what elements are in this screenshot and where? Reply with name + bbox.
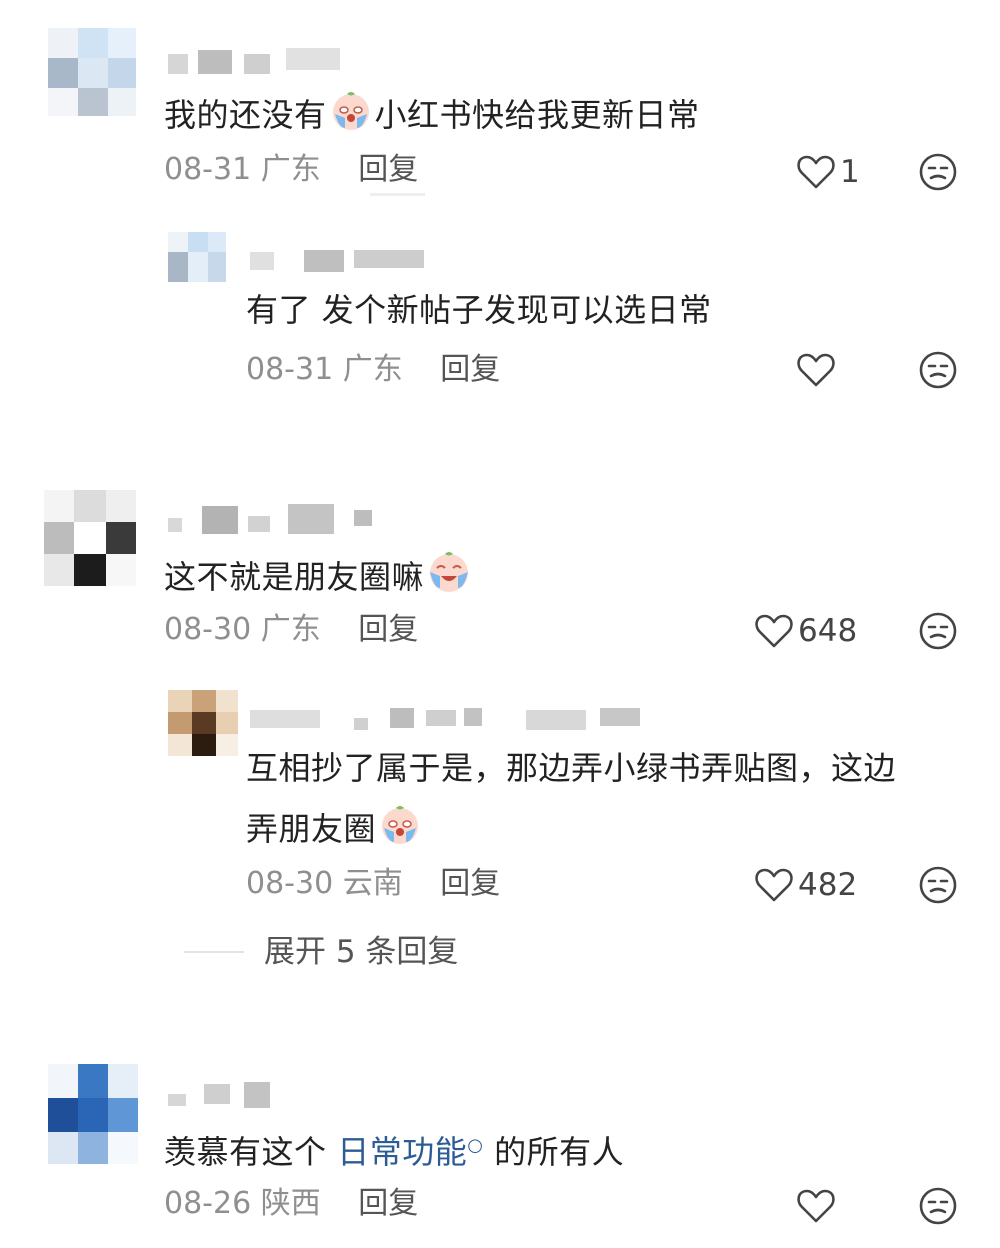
like-count: 482 [798,867,858,903]
like-button[interactable]: 648 [754,611,857,651]
heart-icon [755,868,793,902]
comment-date: 08-26 [164,1186,252,1221]
username-redacted[interactable] [168,46,348,76]
search-icon: ○ [467,1135,484,1156]
heart-icon [797,155,835,189]
username-redacted[interactable] [250,246,430,276]
reply-button[interactable]: 回复 [440,352,500,387]
avatar[interactable] [44,490,136,586]
reply-button[interactable]: 回复 [358,1186,418,1221]
comment-date: 08-31 [164,152,252,187]
heart-icon [797,1189,835,1223]
reply-button[interactable]: 回复 [358,612,418,647]
like-button[interactable]: 482 [754,865,857,905]
comment-location: 广东 [342,352,403,387]
comment-meta: 08-30 广东 回复 [164,610,418,650]
heart-icon [797,353,835,387]
expand-divider [184,951,244,953]
comment-location: 陕西 [260,1186,321,1221]
like-button[interactable] [796,1186,836,1226]
dislike-icon[interactable] [918,611,958,651]
comment-date: 08-31 [246,352,334,387]
expand-replies-button[interactable]: 展开 5 条回复 [264,932,458,972]
divider [370,193,425,196]
comment-meta: 08-31 广东 回复 [246,350,500,390]
dislike-icon[interactable] [918,865,958,905]
laughing-crying-emoji [426,548,472,605]
comment-date: 08-30 [246,866,334,901]
dislike-icon[interactable] [918,350,958,390]
username-redacted[interactable] [250,704,650,734]
dislike-icon[interactable] [918,1186,958,1226]
comment-text-line2: 弄朋友圈 [246,802,424,857]
comment-meta: 08-31 广东 回复 [164,150,418,190]
like-button[interactable] [796,350,836,390]
comment-location: 云南 [342,866,403,901]
heart-icon [755,614,793,648]
reply-button[interactable]: 回复 [440,866,500,901]
comment-location: 广东 [260,612,321,647]
comment-meta: 08-26 陕西 回复 [164,1184,418,1224]
comment-text: 有了 发个新帖子发现可以选日常 [246,291,712,329]
like-count: 648 [798,613,858,649]
username-redacted[interactable] [168,1080,278,1110]
comment-meta: 08-30 云南 回复 [246,864,500,904]
username-redacted[interactable] [168,504,378,534]
crying-face-emoji [329,88,373,143]
crying-face-emoji [378,802,422,857]
avatar[interactable] [48,28,136,116]
comment-text: 羡慕有这个 日常功能○ 的所有人 [164,1133,625,1171]
comment-date: 08-30 [164,612,252,647]
reply-button[interactable]: 回复 [358,152,418,187]
like-button[interactable]: 1 [796,152,860,192]
comment-text: 这不就是朋友圈嘛 [164,548,474,605]
comment-text: 我的还没有 小红书快给我更新日常 [164,88,700,143]
avatar[interactable] [48,1064,138,1164]
comment-location: 广东 [260,152,321,187]
comment-text: 互相抄了属于是，那边弄小绿书弄贴图，这边 [246,749,897,787]
topic-link[interactable]: 日常功能○ [337,1133,483,1171]
avatar[interactable] [168,690,238,756]
like-count: 1 [840,154,860,190]
dislike-icon[interactable] [918,152,958,192]
avatar[interactable] [168,232,226,282]
